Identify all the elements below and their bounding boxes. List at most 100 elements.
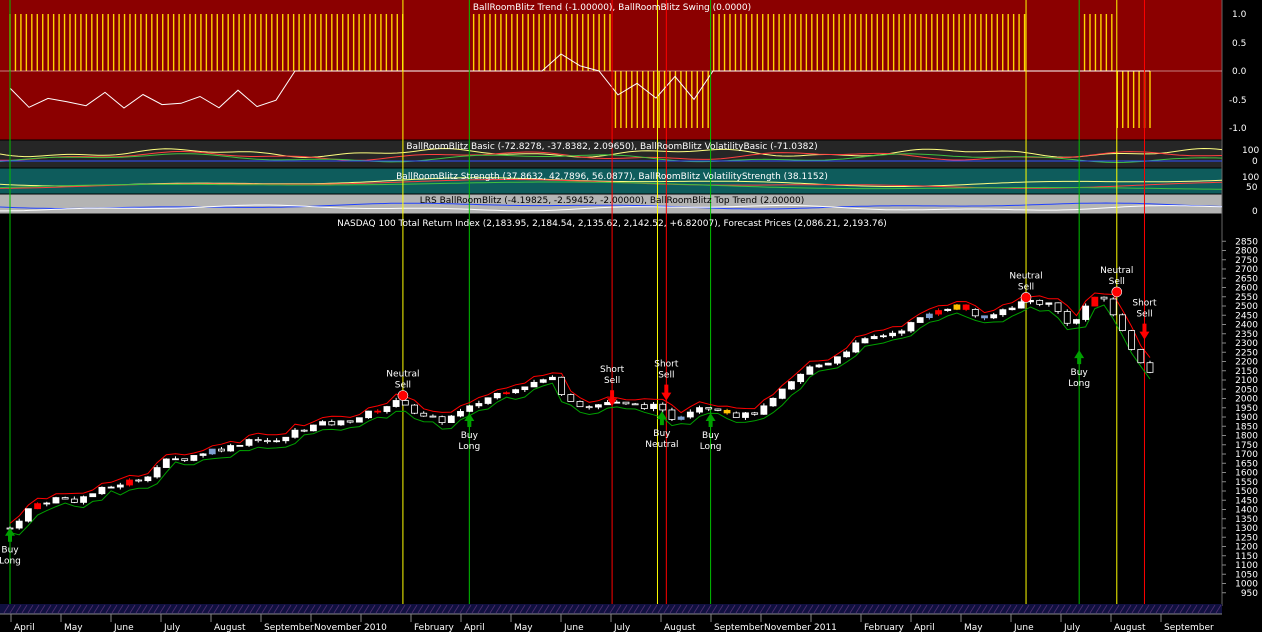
price-tick-label: 2000 <box>1235 395 1258 405</box>
x-tick-label: June <box>113 623 134 632</box>
candle-body <box>714 408 722 411</box>
candle-body <box>723 409 731 414</box>
candle-body <box>484 397 492 404</box>
candle-body <box>889 332 896 337</box>
candle-body <box>962 304 970 310</box>
price-tick-label: 2350 <box>1235 330 1258 340</box>
candle-body <box>788 381 795 390</box>
candle-body <box>852 342 860 353</box>
candle-body <box>190 455 198 461</box>
candle-body <box>999 309 1007 316</box>
candle-body <box>1082 305 1090 320</box>
x-tick-label: July <box>163 623 181 632</box>
trend-panel <box>0 0 1222 140</box>
candle-body <box>613 401 621 404</box>
price-tick-label: 1050 <box>1235 570 1258 580</box>
candle-body <box>337 420 345 426</box>
signal-label: Buy <box>1071 368 1089 378</box>
chart-canvas: BuyLongNeutralSellBuyLongShortSellShortS… <box>0 0 1262 632</box>
candle-body <box>981 315 988 319</box>
candle-body <box>971 309 979 317</box>
signal-label: Buy <box>461 431 479 441</box>
candle-body <box>622 401 630 405</box>
price-tick-label: 1600 <box>1235 469 1258 479</box>
x-tick-label: July <box>613 623 631 632</box>
candle-body <box>300 429 308 432</box>
candle-body <box>567 394 575 402</box>
trend-tick-1: 1.0 <box>1232 10 1247 20</box>
price-tick-label: 1750 <box>1235 441 1258 451</box>
candle-body <box>475 403 483 407</box>
candle-body <box>365 410 372 419</box>
candle-body <box>815 364 823 368</box>
price-tick-label: 2850 <box>1235 237 1258 247</box>
candle-body <box>24 508 32 522</box>
x-axis: April May June July August September November 2… <box>10 614 1214 632</box>
candle-body <box>429 415 437 418</box>
x-tick-label: August <box>214 623 246 632</box>
candle-body <box>116 484 124 488</box>
x-tick-label: June <box>563 623 584 632</box>
candle-body <box>199 453 207 456</box>
candle-body <box>861 338 869 344</box>
candle-body <box>640 404 648 409</box>
signal-label: Short <box>1132 299 1157 309</box>
candle-body <box>236 444 244 447</box>
candle-body <box>778 388 786 399</box>
candle-body <box>1146 362 1154 373</box>
price-tick-label: 1200 <box>1235 543 1258 553</box>
price-tick-label: 1800 <box>1235 432 1258 442</box>
candle-body <box>576 401 584 408</box>
x-tick-label: April <box>14 623 35 632</box>
candle-body <box>52 497 60 504</box>
x-tick-label: August <box>1114 623 1146 632</box>
strength-tick-50: 50 <box>1246 183 1258 193</box>
price-tick-label: 2750 <box>1235 256 1258 266</box>
candle-body <box>696 407 703 413</box>
signal-label: Buy <box>702 431 720 441</box>
price-tick-label: 1000 <box>1235 580 1258 590</box>
candle-body <box>521 386 529 391</box>
candle-body <box>291 429 299 438</box>
candle-body <box>530 381 538 388</box>
candle-body <box>61 497 69 500</box>
candle-body <box>144 476 152 482</box>
strength-tick-100: 100 <box>1242 173 1259 183</box>
price-tick-label: 1550 <box>1235 478 1258 488</box>
neutral-sell-icon <box>1111 286 1123 298</box>
trend-tick--1: -1.0 <box>1229 124 1247 134</box>
neutral-sell-icon <box>1020 292 1032 303</box>
candle-body <box>769 397 777 407</box>
candle-body <box>1119 314 1126 331</box>
signal-label: Long <box>0 557 21 567</box>
candle-body <box>907 322 915 332</box>
x-tick-label: 2010 <box>364 623 387 632</box>
trend-tick-0.5: 0.5 <box>1232 39 1246 49</box>
candle-body <box>604 402 611 406</box>
price-tick-label: 2700 <box>1235 265 1258 275</box>
price-tick-label: 1400 <box>1235 506 1258 516</box>
candle-body <box>80 496 87 503</box>
candle-body <box>990 314 998 319</box>
basic-tick-0: 0 <box>1252 157 1258 167</box>
signal-label: Short <box>654 360 679 370</box>
candle-body <box>797 373 805 383</box>
candle-body <box>1073 319 1080 324</box>
x-tick-label: 2011 <box>814 623 837 632</box>
candle-body <box>898 330 906 334</box>
candle-body <box>282 436 290 442</box>
candle-body <box>392 400 400 407</box>
signal-label: Neutral <box>1100 266 1133 276</box>
candle-body <box>668 409 676 420</box>
signal-label: Sell <box>1018 282 1034 292</box>
candle-body <box>1008 307 1016 311</box>
lrs-tick-0: 0 <box>1252 207 1258 217</box>
candle-body <box>135 479 143 482</box>
candle-body <box>208 448 216 455</box>
candle-body <box>70 498 78 503</box>
candle-body <box>162 458 170 468</box>
x-tick-label: November <box>764 623 811 632</box>
price-tick-label: 1250 <box>1235 533 1258 543</box>
candle-body <box>107 486 115 489</box>
candle-body <box>218 448 225 452</box>
